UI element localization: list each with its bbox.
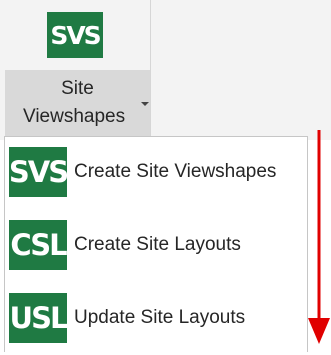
ribbon-separator <box>150 0 151 140</box>
site-viewshapes-split-button[interactable]: SVS Site Viewshapes <box>0 0 150 140</box>
red-down-arrow-icon <box>308 130 330 344</box>
menu-item-update-site-layouts[interactable]: USL Update Site Layouts <box>5 285 307 355</box>
svs-logo-icon: SVS <box>47 12 103 58</box>
ribbon: SVS Site Viewshapes <box>0 0 331 140</box>
menu-item-label: Create Site Layouts <box>74 234 241 255</box>
button-label-line1: Site <box>61 78 94 99</box>
usl-logo-icon: USL <box>9 293 68 343</box>
menu-item-create-site-layouts[interactable]: CSL Create Site Layouts <box>5 212 307 282</box>
menu-item-label: Update Site Layouts <box>74 307 246 328</box>
dropdown-menu: SVS Create Site Viewshapes CSL Create Si… <box>4 136 308 352</box>
menu-item-label: Create Site Viewshapes <box>74 161 277 182</box>
menu-item-create-site-viewshapes[interactable]: SVS Create Site Viewshapes <box>5 139 307 209</box>
button-label-line2: Viewshapes <box>23 106 126 127</box>
site-viewshapes-dropdown-button[interactable]: Site Viewshapes <box>5 70 150 136</box>
svs-logo-icon: SVS <box>9 147 69 197</box>
caret-down-icon <box>141 102 149 106</box>
csl-logo-icon: CSL <box>9 220 68 270</box>
